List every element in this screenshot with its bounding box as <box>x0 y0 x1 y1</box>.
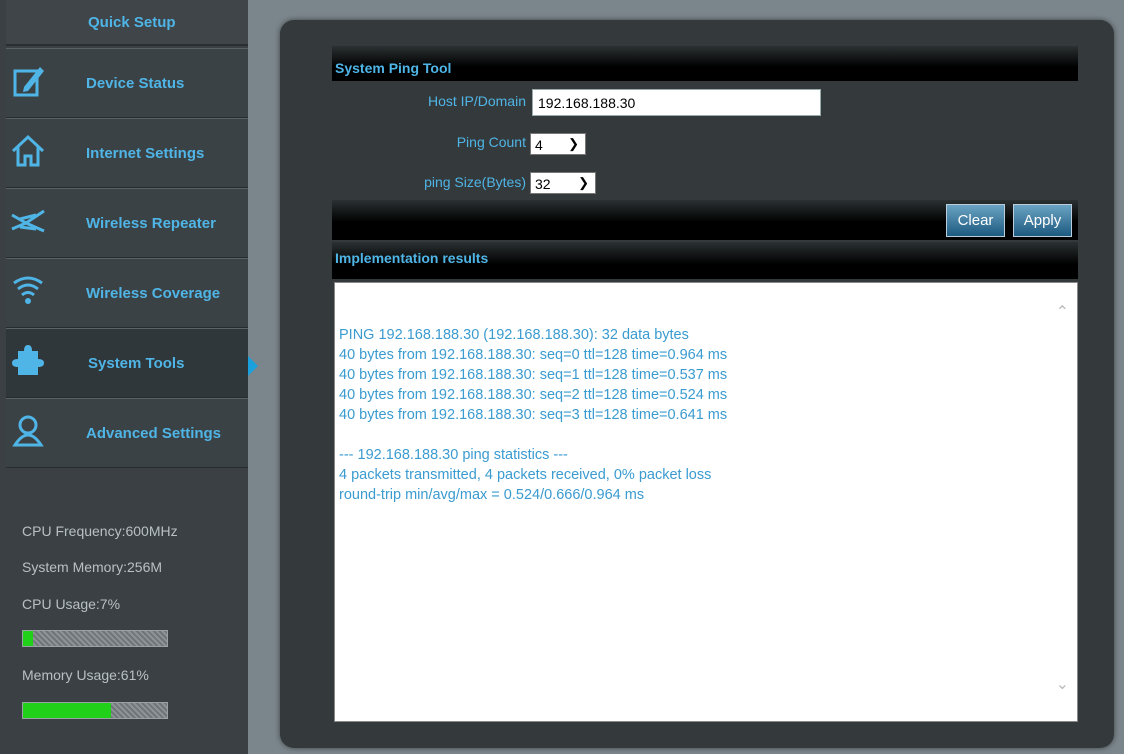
scroll-up-icon[interactable]: ⌃ <box>1056 303 1069 323</box>
ping-size-value: 32 <box>535 176 551 192</box>
host-input[interactable]: 192.168.188.30 <box>532 89 821 116</box>
ping-count-select[interactable]: 4 ❯ <box>530 133 586 155</box>
system-memory-text: System Memory:256M <box>22 559 163 575</box>
repeater-icon <box>11 209 45 233</box>
memory-usage-text: Memory Usage:61% <box>22 667 149 683</box>
sidebar-item-system-tools[interactable]: System Tools <box>6 328 248 398</box>
user-icon <box>12 415 44 447</box>
memory-usage-bar <box>22 702 168 719</box>
wifi-icon <box>13 276 43 304</box>
active-indicator-arrow <box>248 356 258 376</box>
clear-button[interactable]: Clear <box>946 204 1005 237</box>
sidebar-item-label: Wireless Repeater <box>86 215 216 232</box>
sidebar-item-advanced-settings[interactable]: Advanced Settings <box>6 398 248 468</box>
sidebar-item-wireless-repeater[interactable]: Wireless Repeater <box>6 188 248 258</box>
ping-tool-title: System Ping Tool <box>332 46 1078 81</box>
apply-button[interactable]: Apply <box>1013 204 1072 237</box>
sidebar: Quick Setup Device Status Internet Setti… <box>0 0 248 754</box>
cpu-frequency-text: CPU Frequency:600MHz <box>22 523 178 539</box>
sidebar-item-label: Internet Settings <box>86 145 205 162</box>
cpu-usage-fill <box>23 631 34 646</box>
sidebar-item-wireless-coverage[interactable]: Wireless Coverage <box>6 258 248 328</box>
cpu-usage-bar <box>22 630 168 647</box>
results-title: Implementation results <box>332 242 1078 279</box>
chevron-down-icon: ❯ <box>578 175 589 190</box>
sidebar-item-internet-settings[interactable]: Internet Settings <box>6 118 248 188</box>
sidebar-item-label: Wireless Coverage <box>86 285 221 302</box>
memory-usage-fill <box>23 703 111 718</box>
sidebar-item-device-status[interactable]: Device Status <box>6 48 248 118</box>
ping-size-select[interactable]: 32 ❯ <box>530 172 596 194</box>
cpu-usage-text: CPU Usage:7% <box>22 596 121 612</box>
host-label: Host IP/Domain <box>427 93 526 109</box>
ping-count-value: 4 <box>535 137 543 153</box>
ping-count-label: Ping Count <box>456 134 526 150</box>
sidebar-item-label: Device Status <box>86 75 185 92</box>
chevron-down-icon: ❯ <box>568 136 579 151</box>
quick-setup-link[interactable]: Quick Setup <box>6 0 248 46</box>
results-textarea[interactable]: PING 192.168.188.30 (192.168.188.30): 32… <box>334 282 1078 722</box>
sidebar-item-label: System Tools <box>88 355 185 372</box>
sidebar-item-label: Advanced Settings <box>86 425 222 442</box>
edit-icon <box>13 67 44 97</box>
scroll-down-icon[interactable]: ⌄ <box>1056 675 1069 695</box>
results-text: PING 192.168.188.30 (192.168.188.30): 32… <box>339 327 728 503</box>
ping-size-label: ping Size(Bytes) <box>424 174 526 190</box>
home-icon <box>11 134 45 167</box>
puzzle-icon <box>12 345 44 375</box>
